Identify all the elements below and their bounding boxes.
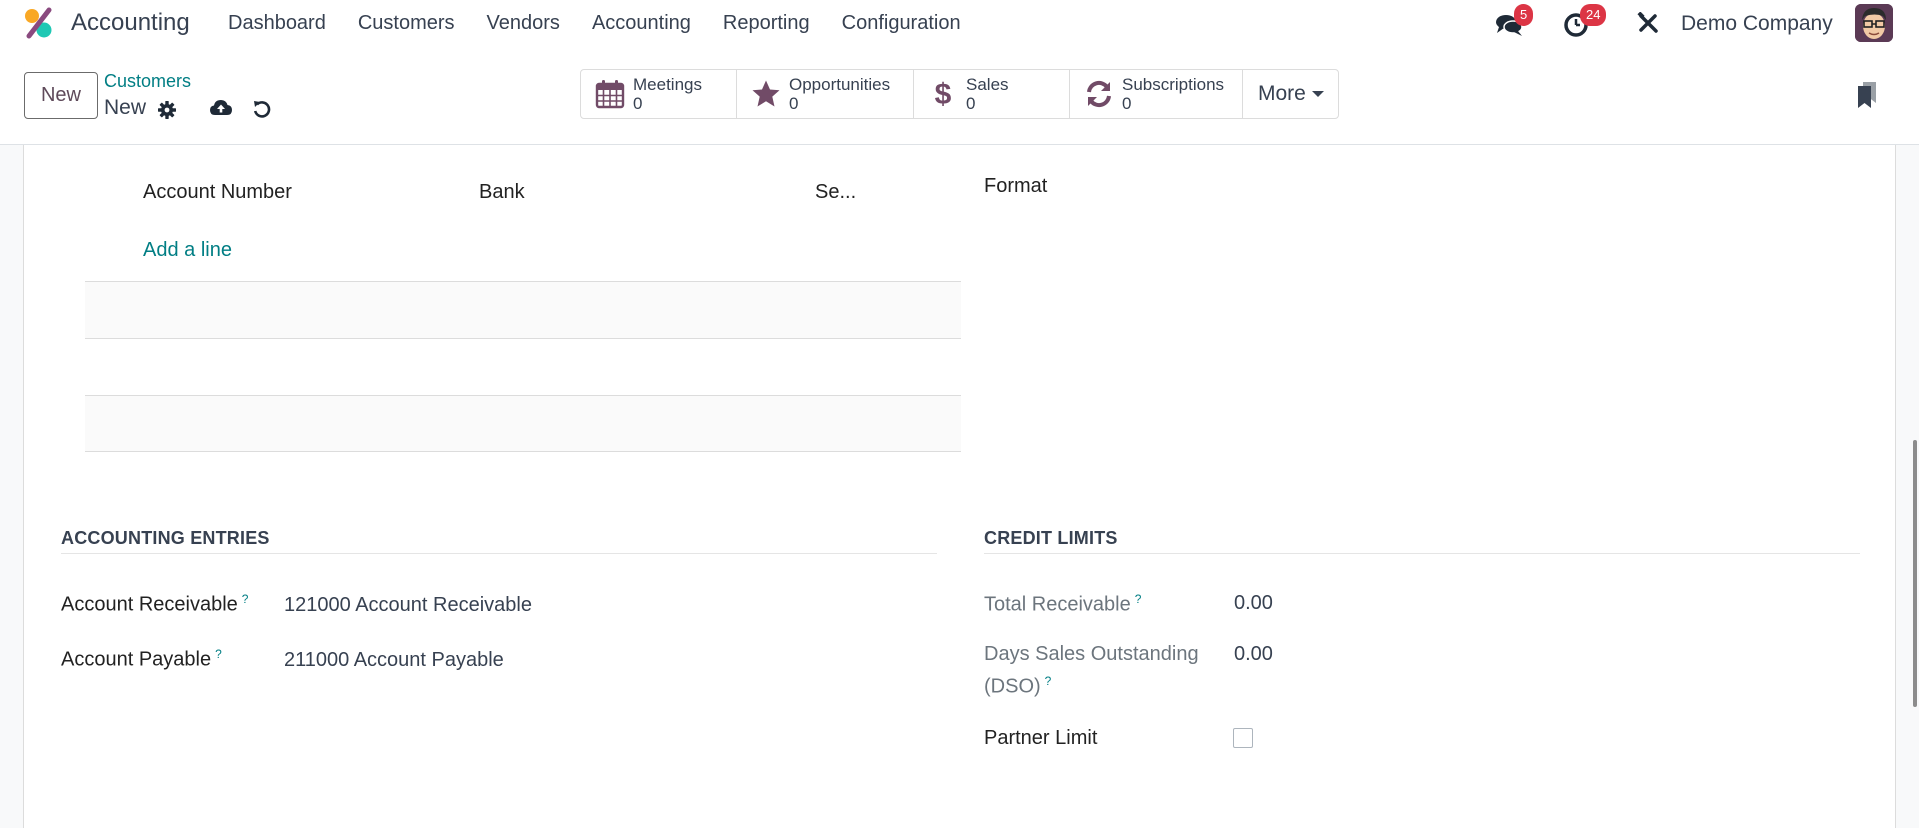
- smart-buttons: Meetings 0 Opportunities 0 $ Sales 0 Sub…: [580, 69, 1339, 119]
- company-switcher[interactable]: Demo Company: [1681, 12, 1833, 36]
- total-receivable-label: Total Receivable?: [984, 592, 1141, 617]
- smart-button-value: 0: [789, 94, 799, 113]
- help-tooltip-icon[interactable]: ?: [1135, 592, 1142, 606]
- svg-text:$: $: [935, 79, 952, 109]
- help-tooltip-icon[interactable]: ?: [242, 592, 249, 606]
- add-a-line-link[interactable]: Add a line: [143, 239, 232, 262]
- dso-label-line1: Days Sales Outstanding: [984, 643, 1199, 665]
- menu-reporting[interactable]: Reporting: [723, 12, 810, 35]
- section-divider: [61, 553, 937, 554]
- activities-badge: 24: [1580, 4, 1607, 26]
- main-menu: Dashboard Customers Vendors Accounting R…: [228, 12, 993, 35]
- column-header-send-money[interactable]: Se...: [815, 181, 856, 204]
- smart-button-subscriptions[interactable]: Subscriptions 0: [1070, 70, 1243, 118]
- section-title-credit-limits: CREDIT LIMITS: [984, 528, 1118, 548]
- star-icon: [751, 79, 781, 109]
- new-record-button[interactable]: New: [24, 72, 98, 119]
- help-tooltip-icon[interactable]: ?: [215, 647, 222, 661]
- dso-value: 0.00: [1234, 643, 1273, 665]
- menu-accounting[interactable]: Accounting: [592, 12, 691, 35]
- more-label: More: [1258, 82, 1306, 105]
- smart-button-label: Subscriptions: [1122, 75, 1225, 94]
- label-text: Account Receivable: [61, 593, 238, 616]
- label-text: (DSO): [984, 675, 1041, 698]
- total-receivable-value: 0.00: [1234, 592, 1273, 614]
- user-avatar-icon: [1855, 4, 1893, 42]
- control-panel: New Customers New Meetings 0 Opportuniti…: [0, 48, 1919, 145]
- debug-tools-button[interactable]: [1637, 11, 1659, 34]
- empty-table-row: [85, 281, 961, 338]
- tools-icon: [1637, 11, 1658, 33]
- left-gutter: [0, 145, 24, 828]
- smart-button-more[interactable]: More: [1243, 70, 1338, 118]
- dollar-icon: $: [928, 79, 958, 109]
- smart-button-label: Meetings: [633, 75, 702, 94]
- partner-limit-label: Partner Limit: [984, 727, 1098, 749]
- smart-button-meetings[interactable]: Meetings 0: [581, 70, 737, 118]
- calendar-icon: [595, 79, 625, 109]
- gear-icon: [158, 101, 176, 119]
- help-tooltip-icon[interactable]: ?: [1045, 674, 1052, 688]
- smart-button-sales[interactable]: $ Sales 0: [914, 70, 1070, 118]
- dso-label-line2: (DSO)?: [984, 674, 1051, 699]
- breadcrumb-current: New: [104, 96, 147, 119]
- caret-down-icon: [1311, 91, 1324, 97]
- chatter-toggle-button[interactable]: [1856, 81, 1878, 109]
- form-sheet: Account Number Bank Se... Add a line For…: [25, 145, 1895, 828]
- smart-button-value: 0: [966, 94, 976, 113]
- smart-button-value: 0: [1122, 94, 1132, 113]
- label-text: Total Receivable: [984, 593, 1131, 616]
- app-name[interactable]: Accounting: [71, 9, 190, 37]
- refresh-icon: [1084, 79, 1114, 109]
- partner-limit-checkbox[interactable]: [1233, 728, 1253, 748]
- smart-button-value: 0: [633, 94, 643, 113]
- bookmarks-icon: [1858, 82, 1876, 108]
- messages-badge: 5: [1514, 4, 1534, 26]
- accounting-app-logo-icon[interactable]: [22, 7, 56, 39]
- format-label: Format: [984, 175, 1048, 197]
- account-payable-field[interactable]: 211000 Account Payable: [284, 649, 504, 672]
- save-record-button[interactable]: [209, 98, 233, 118]
- menu-dashboard[interactable]: Dashboard: [228, 12, 326, 35]
- account-receivable-label: Account Receivable?: [61, 592, 248, 617]
- section-title-accounting-entries: ACCOUNTING ENTRIES: [61, 528, 270, 548]
- account-receivable-field[interactable]: 121000 Account Receivable: [284, 594, 532, 617]
- empty-table-row: [85, 395, 961, 452]
- account-payable-label: Account Payable?: [61, 647, 222, 672]
- cloud-upload-icon: [210, 100, 232, 115]
- menu-customers[interactable]: Customers: [358, 12, 455, 35]
- smart-button-label: Opportunities: [789, 75, 891, 94]
- top-navbar: Accounting Dashboard Customers Vendors A…: [0, 0, 1919, 48]
- menu-vendors[interactable]: Vendors: [487, 12, 560, 35]
- empty-table-row: [85, 338, 961, 395]
- record-settings-button[interactable]: [157, 100, 177, 120]
- column-header-bank[interactable]: Bank: [479, 181, 525, 204]
- breadcrumb-customers[interactable]: Customers: [104, 71, 191, 92]
- vertical-scrollbar-thumb[interactable]: [1913, 440, 1917, 707]
- undo-icon: [253, 101, 271, 118]
- column-header-account-number[interactable]: Account Number: [143, 181, 292, 204]
- smart-button-label: Sales: [966, 75, 1009, 94]
- section-divider: [984, 553, 1860, 554]
- discard-changes-button[interactable]: [252, 99, 272, 119]
- user-avatar[interactable]: [1855, 4, 1893, 42]
- menu-configuration[interactable]: Configuration: [842, 12, 961, 35]
- label-text: Account Payable: [61, 648, 212, 671]
- smart-button-opportunities[interactable]: Opportunities 0: [737, 70, 914, 118]
